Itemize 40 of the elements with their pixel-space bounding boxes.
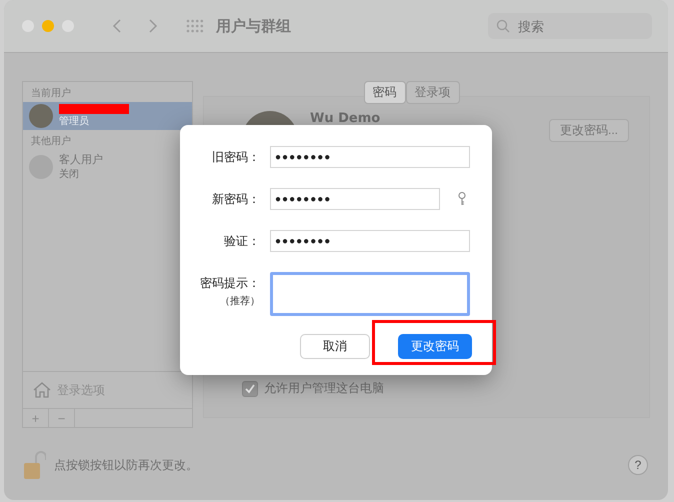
avatar-icon	[29, 104, 53, 128]
minimize-button[interactable]	[42, 20, 54, 32]
user-role: 关闭	[59, 168, 80, 181]
user-role: 管理员	[59, 115, 90, 128]
field-label: 旧密码：	[212, 149, 260, 166]
cancel-button[interactable]: 取消	[300, 334, 370, 359]
user-name: Wu Demo	[310, 111, 380, 126]
user-item[interactable]: 客人用户 关闭	[23, 150, 192, 183]
field-label: 验证：	[224, 233, 260, 250]
password-field[interactable]: ●●●●●●●●	[270, 230, 470, 252]
hint-field[interactable]	[270, 272, 470, 316]
redaction-bar	[59, 104, 129, 114]
house-icon	[33, 382, 51, 398]
checkbox-label: 允许用户管理这台电脑	[264, 380, 384, 397]
change-password-button[interactable]: 更改密码...	[548, 119, 629, 142]
checkbox[interactable]	[242, 380, 258, 396]
lock-icon[interactable]	[24, 450, 46, 480]
lock-hint-text: 点按锁按钮以防再次更改。	[54, 456, 198, 474]
search-field[interactable]: 搜索	[488, 13, 652, 39]
grid-icon[interactable]	[186, 19, 204, 33]
section-header: 当前用户	[30, 86, 72, 101]
field-label: 新密码：	[212, 191, 260, 208]
change-password-button[interactable]: 更改密码	[398, 334, 472, 359]
key-icon[interactable]	[458, 192, 466, 206]
forward-icon[interactable]	[148, 18, 158, 34]
user-name: 客人用户	[59, 152, 103, 167]
user-item[interactable]: 管理员	[23, 102, 192, 130]
tab[interactable]: 密码	[364, 81, 406, 104]
check-icon	[245, 384, 255, 394]
search-input[interactable]: 搜索	[516, 18, 640, 34]
back-icon[interactable]	[112, 18, 122, 34]
search-icon	[496, 19, 510, 33]
window-title: 用户与群组	[216, 16, 291, 36]
tab[interactable]: 登录项	[406, 81, 460, 104]
password-field[interactable]: ●●●●●●●●	[270, 188, 440, 210]
section-header: 其他用户	[30, 134, 72, 149]
field-sublabel: （推荐）	[220, 294, 260, 308]
password-field[interactable]: ●●●●●●●●	[270, 146, 470, 168]
field-label: 密码提示：	[200, 275, 260, 292]
help-button[interactable]: ?	[628, 455, 648, 475]
